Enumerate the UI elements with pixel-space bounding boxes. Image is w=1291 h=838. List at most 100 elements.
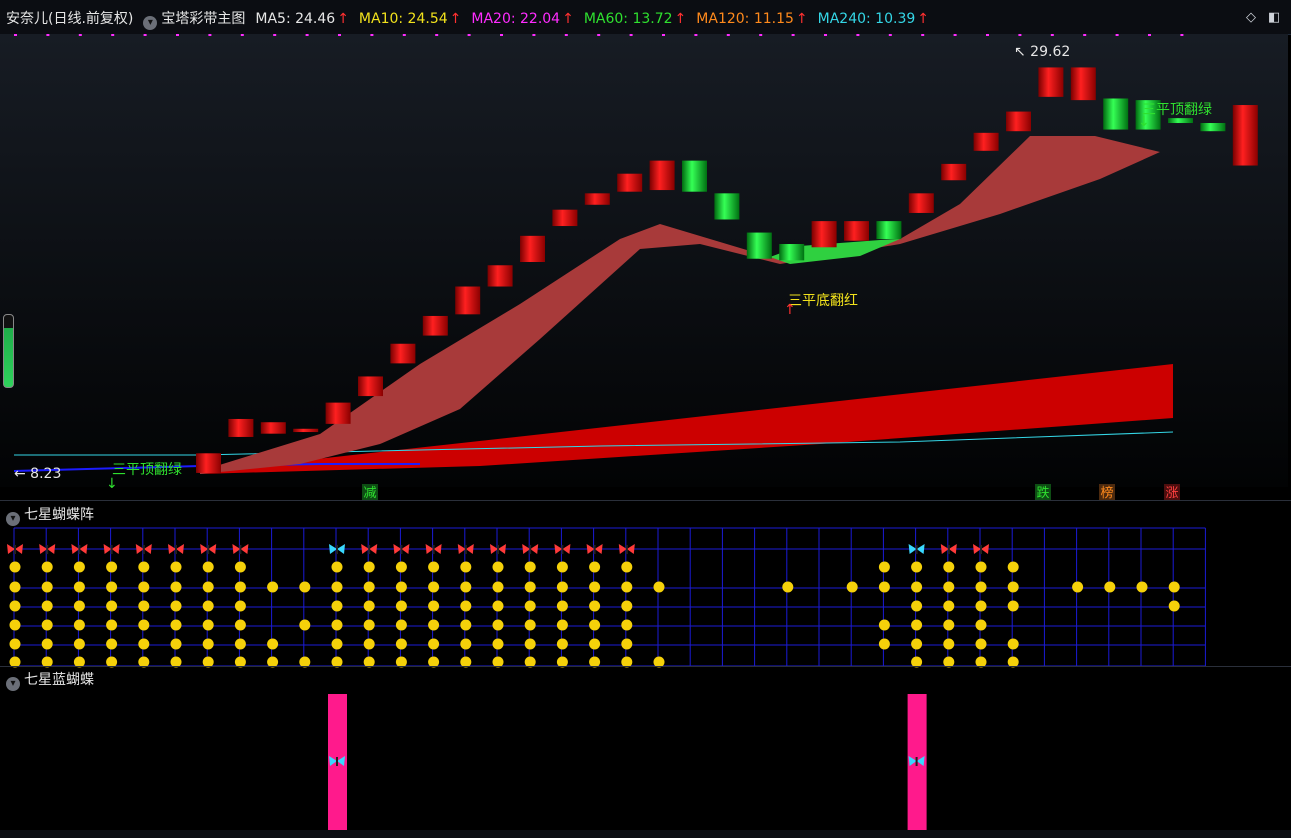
yellow-dot [331, 600, 343, 612]
candle [390, 343, 416, 364]
ma-list: MA5: 24.46 ↑ MA10: 24.54 ↑ MA20: 22.04 ↑ MA60:… [255, 11, 939, 27]
ma-value: MA240: 10.39 [817, 11, 916, 27]
candle [1232, 105, 1258, 166]
ma-value: MA20: 22.04 [471, 11, 561, 27]
yellow-dot [363, 561, 375, 573]
candle [1168, 118, 1193, 124]
marker-text: 跌 [1036, 485, 1049, 500]
yellow-dot [911, 619, 923, 631]
candle [649, 160, 675, 191]
collapse-icon[interactable]: ▾ [6, 512, 20, 526]
yellow-dot [395, 600, 407, 612]
yellow-dot [621, 581, 633, 593]
diamond-icon[interactable]: ◇ [1246, 10, 1256, 25]
top-tick [500, 34, 503, 36]
window-icon[interactable]: ◧ [1268, 10, 1280, 25]
butterfly-icon [361, 544, 378, 554]
butterfly-icon [39, 544, 56, 554]
top-tick [1050, 34, 1054, 36]
top-tick [694, 34, 698, 36]
yellow-dot [267, 581, 279, 593]
yellow-dot [234, 600, 246, 612]
yellow-dot [138, 638, 150, 650]
candle [973, 132, 999, 151]
candle [746, 232, 772, 259]
ma-value: MA60: 13.72 [583, 11, 673, 27]
collapse-icon[interactable]: ▾ [6, 677, 20, 691]
up-arrow-icon: ↑ [449, 11, 462, 27]
signal-label: 三平顶翻绿 [1142, 102, 1212, 118]
butterfly-icon [135, 544, 152, 554]
top-tick [370, 34, 374, 36]
butterfly-icon [168, 544, 184, 554]
main-chart: ↖ 29.62← 8.23 三平顶翻绿↓三平底翻红↑三平顶翻绿↓减跌榜涨 [0, 34, 1288, 500]
ma-item: MA20: 22.04 ↑ [471, 11, 573, 27]
yellow-dot [73, 561, 85, 573]
yellow-dot [1168, 600, 1180, 612]
yellow-dot [556, 561, 568, 573]
butterfly-icon [71, 544, 88, 554]
yellow-dot [106, 561, 118, 573]
yellow-dot [41, 581, 53, 593]
yellow-dot [299, 581, 311, 593]
yellow-dot [9, 561, 21, 573]
yellow-dot [106, 619, 118, 631]
butterfly-icon [554, 544, 571, 554]
yellow-dot [428, 619, 440, 631]
yellow-dot [9, 581, 21, 593]
yellow-dot [621, 600, 633, 612]
yellow-dot [878, 619, 890, 631]
butterfly-panel-title: ▾ 七星蝴蝶阵 [6, 504, 94, 526]
butterfly-icon [586, 544, 603, 554]
yellow-dot [395, 638, 407, 650]
indicator-name[interactable]: 宝塔彩带主图 [161, 11, 245, 27]
yellow-dot [460, 581, 472, 593]
yellow-dot [170, 638, 182, 650]
low-label: ← 8.23 [14, 466, 61, 482]
yellow-dot [782, 581, 794, 593]
zoom-slider[interactable] [3, 314, 14, 388]
up-arrow-icon: ↑ [795, 11, 808, 27]
top-tick [1148, 34, 1151, 36]
butterfly-icon [908, 544, 925, 554]
butterfly-icon [618, 544, 635, 554]
yellow-dot [975, 600, 987, 612]
yellow-dot [878, 581, 890, 593]
top-tick [1115, 34, 1119, 36]
ma-value: MA5: 24.46 [255, 11, 336, 27]
up-arrow-icon: ↑ [917, 11, 929, 27]
down-arrow-icon: ↓ [106, 476, 118, 492]
bottom-bar [0, 830, 1291, 838]
yellow-dot [556, 638, 568, 650]
top-tick [435, 34, 439, 36]
top-tick [1083, 34, 1087, 36]
dropdown-icon[interactable]: ▾ [143, 16, 158, 30]
yellow-dot [911, 581, 923, 593]
yellow-dot [492, 600, 504, 612]
yellow-dot [234, 619, 246, 631]
ma-item: MA5: 24.46 ↑ [255, 11, 349, 27]
yellow-dot [202, 619, 214, 631]
top-tick [208, 34, 212, 36]
yellow-dot [73, 581, 85, 593]
yellow-dot [428, 561, 440, 573]
yellow-dot [170, 619, 182, 631]
top-tick [305, 34, 309, 36]
yellow-dot [138, 600, 150, 612]
yellow-dot [73, 638, 85, 650]
yellow-dot [363, 638, 375, 650]
yellow-dot [878, 638, 890, 650]
butterfly-icon [7, 544, 23, 554]
yellow-dot [331, 561, 343, 573]
butterfly-icon [329, 544, 345, 554]
indicator-panels [7, 527, 1206, 830]
yellow-dot [943, 638, 955, 650]
yellow-dot [41, 638, 53, 650]
butterfly-icon [393, 544, 410, 554]
yellow-dot [428, 581, 440, 593]
stock-name[interactable]: 安奈儿(日线.前复权) [6, 11, 133, 27]
yellow-dot [331, 638, 343, 650]
yellow-dot [395, 561, 407, 573]
candle [584, 193, 610, 205]
top-tick [629, 34, 633, 36]
